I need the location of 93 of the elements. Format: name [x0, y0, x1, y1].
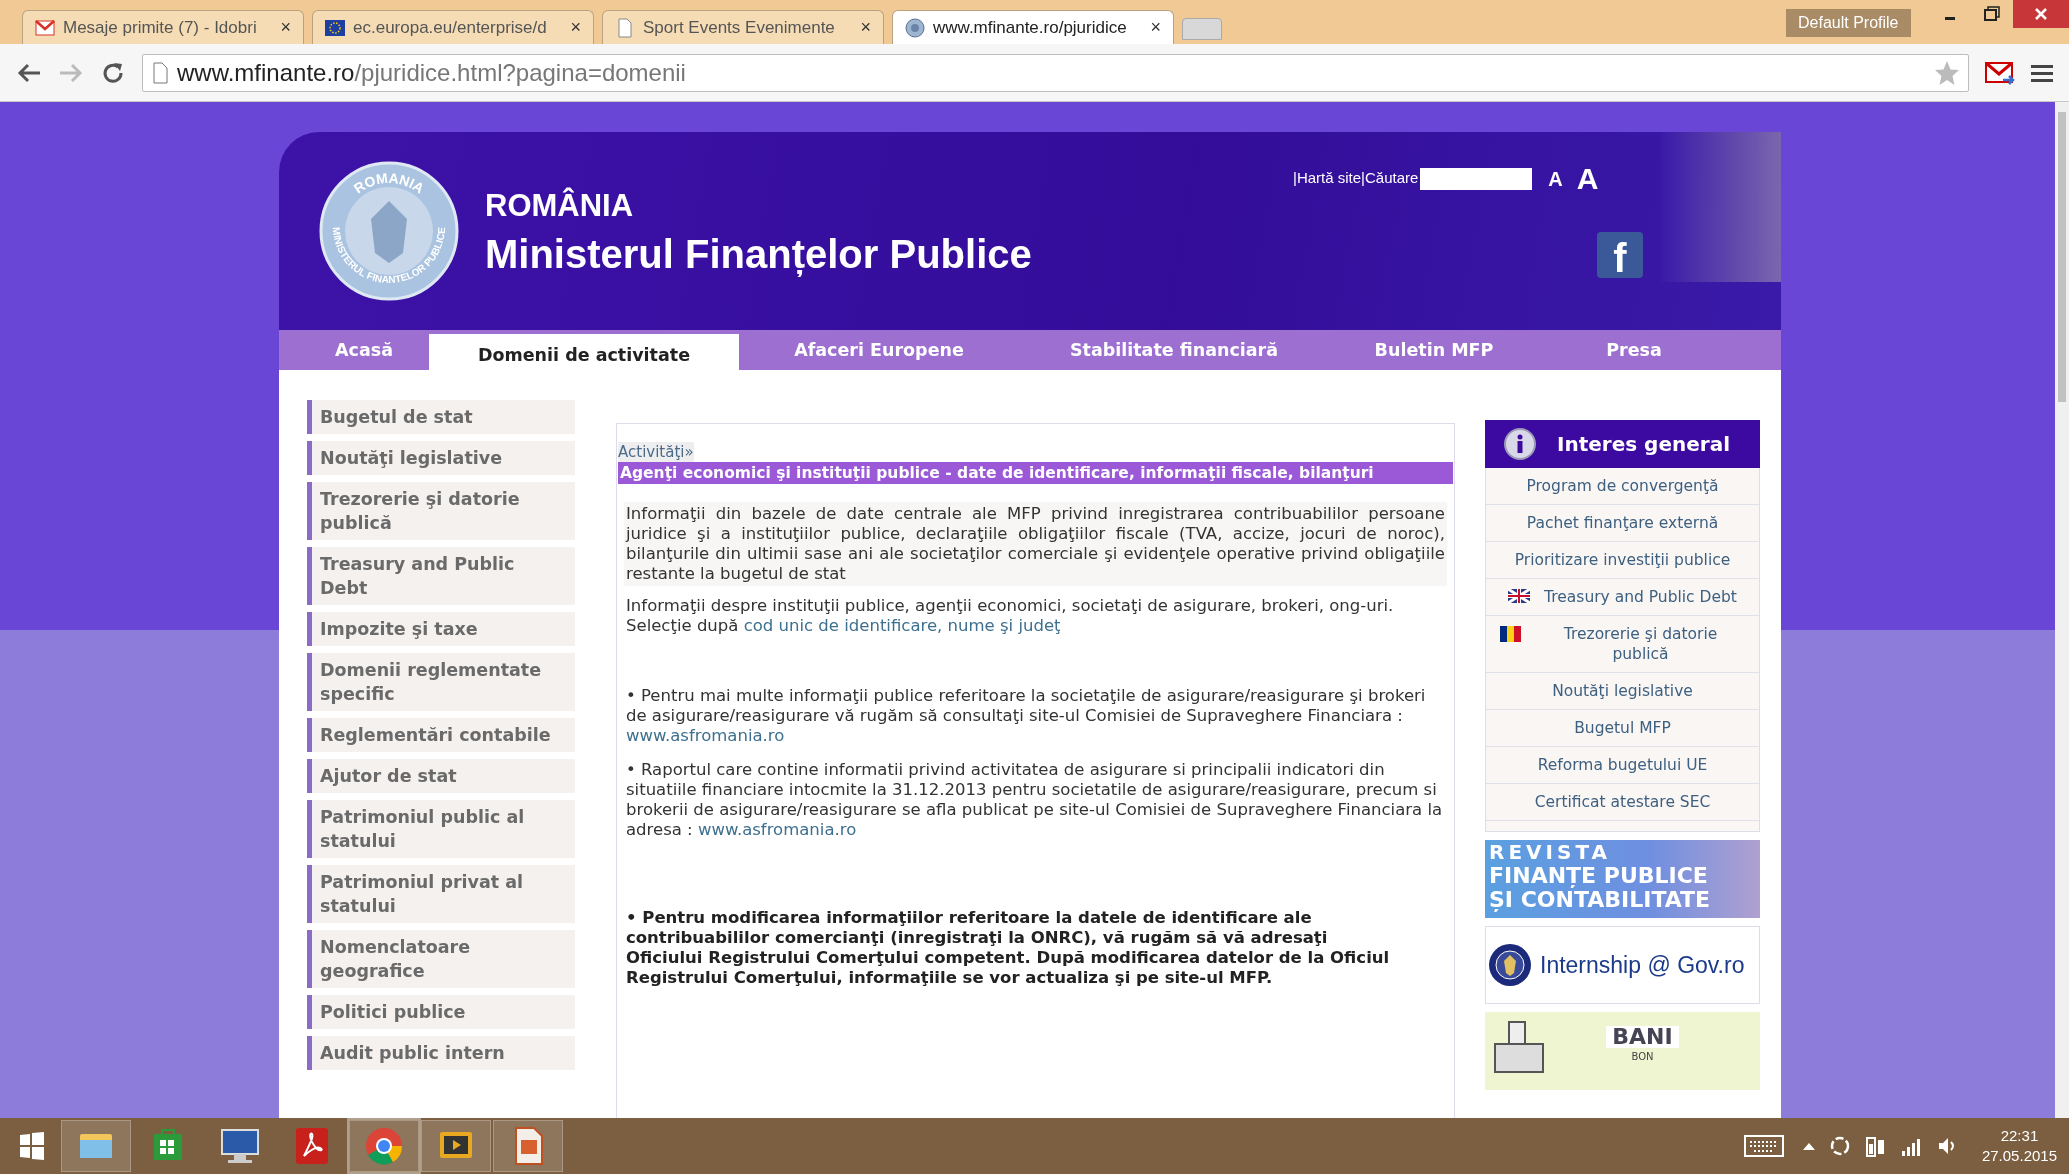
header-link[interactable]: |Hartă site [1293, 167, 1362, 190]
uk-flag-icon [1508, 589, 1531, 605]
nav-tab[interactable]: Afaceri Europene [739, 332, 1019, 368]
ro-flag-icon [1500, 626, 1522, 642]
taskbar-app[interactable] [349, 1120, 419, 1172]
mail-icon [1985, 60, 2015, 85]
close-icon[interactable]: × [570, 14, 581, 41]
flag-icon [325, 17, 345, 38]
interest-link[interactable]: Noutăţi legislative [1552, 681, 1693, 701]
banner-text: REVISTA [1489, 840, 1611, 864]
banner-text: Internship @ Gov.ro [1540, 950, 1745, 980]
sidebar-item[interactable]: Politici publice [307, 995, 575, 1029]
breadcrumb-link[interactable]: Activităţi» [618, 442, 694, 462]
increase-font-button[interactable]: A [1576, 156, 1599, 201]
taskbar-app[interactable] [61, 1120, 131, 1172]
star-icon [1934, 59, 1960, 86]
sidebar-item[interactable]: Domenii reglementate specific [307, 653, 575, 711]
ministry-title: Ministerul Finanțelor Publice [485, 231, 1032, 279]
banner-text: FINANȚE PUBLICE [1489, 864, 1708, 888]
sidebar-item[interactable]: Treasury and Public Debt [307, 547, 575, 605]
banner-text: ȘI CONTABILITATE [1489, 888, 1711, 912]
close-icon[interactable]: × [860, 14, 871, 41]
nav-tab[interactable]: Stabilitate financiară [1019, 332, 1329, 368]
taskbar-app[interactable] [421, 1120, 491, 1172]
browser-tab[interactable]: www.mfinante.ro/pjuridice × [892, 10, 1174, 44]
identification-link[interactable]: cod unic de identificare, nume şi judeţ [743, 616, 1061, 635]
nav-tab[interactable]: Buletin MFP [1329, 332, 1539, 368]
banner-text: BANI [1606, 1026, 1679, 1048]
url-text: www.mfinante.ro/pjuridice.html?pagina=domenii [177, 57, 686, 88]
sidebar-item[interactable]: Bugetul de stat [307, 400, 575, 434]
interest-link[interactable]: Pachet finanţare externă [1526, 513, 1719, 533]
interest-link[interactable]: Certificat atestare SEC [1534, 792, 1711, 812]
info-text: Informaţii despre instituţii publice, agenţii economici, societaţi de asigurare, brokeri, ong-uri. [626, 596, 1395, 616]
nav-tab[interactable]: Presa [1539, 332, 1729, 368]
minimize-icon [1945, 17, 1955, 20]
section-heading: Agenţi economici şi instituţii publice - date de identificare, informaţii fiscale, bilanţuri [618, 462, 1453, 484]
sidebar-item[interactable]: Noutăţi legislative [307, 441, 575, 475]
interest-title: Interes general [1557, 431, 1730, 458]
search-field[interactable] [1420, 167, 1533, 190]
sidebar-item[interactable]: Reglementări contabile [307, 718, 575, 752]
nav-tab[interactable]: Acasă [299, 332, 429, 368]
cash-register-banner[interactable]: BANI BON [1485, 1012, 1760, 1090]
internship-banner[interactable]: Internship @ Gov.ro [1485, 926, 1760, 1004]
header-link[interactable]: |Căutare [1361, 167, 1419, 190]
taskbar-app[interactable] [493, 1120, 563, 1172]
sidebar-item[interactable]: Ajutor de stat [307, 759, 575, 793]
nav-tab[interactable]: Domenii de activitate [429, 334, 739, 370]
interest-link[interactable]: Trezorerie şi datorie publică [1536, 624, 1745, 664]
sidebar-item[interactable]: Patrimoniul public al statului [307, 800, 575, 858]
profile-label: Default Profile [1786, 9, 1911, 37]
note-paragraph: • Pentru mai multe informaţii publice referitoare la societaţile de asigurare/reasigurare şi brokeri de asigurare/reasigurare vă rugăm să consultaţi site-ul Comisiei de Supraveghere Financiara : www.asfromania.ro [626, 686, 1427, 746]
tab-title: Mesaje primite (7) - Idobri [63, 16, 258, 39]
facebook-button[interactable]: f [1597, 232, 1643, 278]
country-title: ROMÂNIA [485, 186, 635, 225]
note-paragraph: • Raportul care contine informatii privind activitatea de asigurare si principalii indicatori din situatiile financiare intocmite la 31.12.2013 pentru societatile de asigurare/reasigurare, precum si brokerii de asigurare/reasigurare se afla publicat pe site-ul Comisiei de Supraveghere Financiara la adresa : www.asfromania.ro [626, 760, 1444, 840]
interest-link[interactable]: Treasury and Public Debt [1544, 587, 1737, 607]
scrollbar[interactable] [2055, 102, 2069, 1118]
browser-tab[interactable]: Sport Events Evenimente × [602, 10, 884, 44]
interest-link[interactable]: Reforma bugetului UE [1537, 755, 1708, 775]
page-icon [615, 17, 635, 38]
sidebar-item[interactable]: Nomenclatoare geografice [307, 930, 575, 988]
close-icon [2013, 0, 2069, 28]
keyboard-icon [1743, 1133, 1784, 1159]
page-icon [151, 61, 169, 84]
tab-title: ec.europa.eu/enterprise/d [353, 16, 548, 39]
clock-time: 22:31 [2000, 1126, 2039, 1146]
emblem-icon [1488, 943, 1532, 987]
clock-date: 27.05.2015 [1981, 1146, 2057, 1166]
intro-paragraph: Informaţii din bazele de date centrale ale MFP privind inregistrarea contribuabililor persoane juridice şi a instituţiilor publice, declaraţiile obligaţiilor fiscale (TVA, accize, jocuri de noroc), bilanţurile din ultimii sase ani ale societaţilor comerciale şi evidenţele operative privind obligaţiile restante la bugetul de stat [624, 502, 1447, 586]
sidebar-item[interactable]: Patrimoniul privat al statului [307, 865, 575, 923]
address-bar[interactable]: www.mfinante.ro/pjuridice.html?pagina=domenii [142, 53, 1969, 92]
website-link[interactable]: www.asfromania.ro [697, 820, 857, 839]
decrease-font-button[interactable]: A [1548, 163, 1563, 194]
mail-icon [35, 17, 55, 38]
info-icon [1503, 427, 1537, 461]
bold-note: • Pentru modificarea informaţiilor referitoare la datele de identificare ale contribuabililor comercianţi (inregistraţi la ONRC), vă rugăm să vă adresaţi Oficiului Registrului Comerţului competent. După modificarea datelor de la Oficiul Registrului Comerţului, informaţiile se vor actualiza şi pe site-ul MFP. [626, 908, 1391, 988]
browser-tab[interactable]: Mesaje primite (7) - Idobri × [22, 10, 304, 44]
browser-tab[interactable]: ec.europa.eu/enterprise/d × [312, 10, 594, 44]
tab-title: www.mfinante.ro/pjuridice [933, 16, 1128, 39]
seal-icon [905, 17, 925, 38]
chevron-up-icon [1801, 1141, 1816, 1151]
interest-link[interactable]: Prioritizare investiţii publice [1514, 550, 1731, 570]
selection-text: Selecţie după cod unic de identificare, nume şi judeţ [626, 616, 1062, 636]
close-icon[interactable]: × [1150, 14, 1161, 41]
interest-link[interactable]: Program de convergenţă [1526, 476, 1719, 496]
interest-link[interactable]: Bugetul MFP [1574, 718, 1671, 738]
close-icon[interactable]: × [280, 14, 291, 41]
website-link[interactable]: www.asfromania.ro [626, 726, 785, 745]
sidebar-item[interactable]: Trezorerie şi datorie publică [307, 482, 575, 540]
tab-title: Sport Events Evenimente [643, 16, 836, 39]
sidebar-item[interactable]: Audit public intern [307, 1036, 575, 1070]
sidebar-item[interactable]: Impozite şi taxe [307, 612, 575, 646]
banner-text: BON [1631, 1052, 1654, 1062]
